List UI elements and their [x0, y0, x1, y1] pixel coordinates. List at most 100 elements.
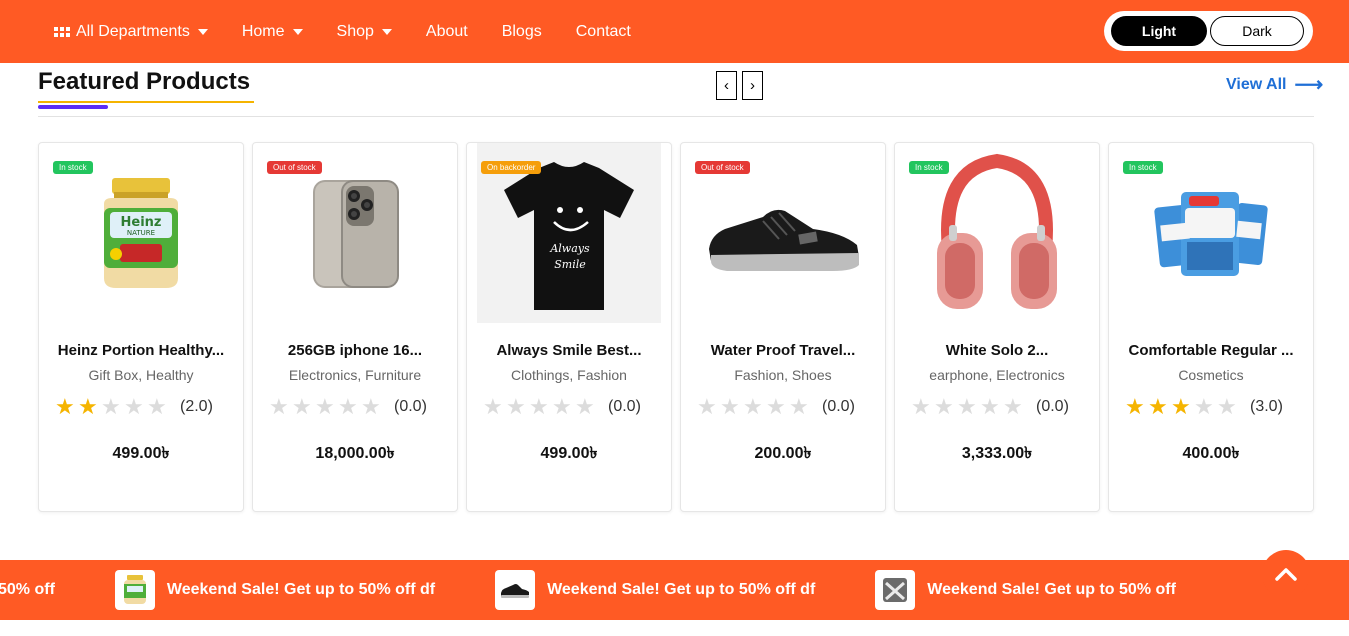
product-name[interactable]: 256GB iphone 16... — [253, 342, 457, 359]
stock-badge: In stock — [909, 161, 949, 174]
ticker-thumbnail[interactable] — [495, 570, 536, 610]
product-card[interactable]: Out of stock 256GB iphone 16... Electron… — [252, 142, 458, 512]
product-name[interactable]: Always Smile Best... — [467, 342, 671, 359]
smartphone-icon — [313, 180, 399, 288]
rating-stars: ★ ★ ★ ★ ★ (0.0) — [911, 394, 1069, 419]
stock-badge: In stock — [53, 161, 93, 174]
stock-badge: In stock — [1123, 161, 1163, 174]
title-underline — [38, 101, 254, 103]
product-category: Gift Box, Healthy — [88, 367, 194, 383]
product-carousel: In stock Heinz NATURE Heinz Portion Heal… — [38, 142, 1314, 512]
section-divider — [38, 116, 1314, 117]
star-icon: ★ — [957, 394, 977, 419]
product-card[interactable]: In stock White Solo 2... earphone, Elect… — [894, 142, 1100, 512]
top-nav-bar: All Departments Home Shop About Blogs Co… — [0, 0, 1349, 63]
product-card[interactable]: In stock Heinz NATURE Heinz Portion Heal… — [38, 142, 244, 512]
product-name[interactable]: Comfortable Regular ... — [1109, 342, 1313, 359]
nav-shop[interactable]: Shop — [337, 23, 392, 41]
carousel-next-button[interactable]: › — [742, 71, 763, 100]
product-price: 499.00৳ — [112, 445, 170, 462]
carousel-prev-button[interactable]: ‹ — [716, 71, 737, 100]
star-icon: ★ — [55, 394, 75, 419]
theme-dark-button[interactable]: Dark — [1210, 16, 1304, 46]
product-price: 400.00৳ — [1182, 445, 1240, 462]
product-card[interactable]: Out of stock Water Proof Travel... Fashi… — [680, 142, 886, 512]
rating-stars: ★ ★ ★ ★ ★ (0.0) — [697, 394, 855, 419]
sneaker-icon — [501, 584, 530, 598]
nav-contact[interactable]: Contact — [576, 23, 631, 41]
ticker-text: Weekend Sale! Get up to 50% off df — [166, 581, 436, 598]
star-icon: ★ — [506, 394, 526, 419]
nav-about[interactable]: About — [426, 23, 468, 41]
nav-blogs[interactable]: Blogs — [502, 23, 542, 41]
product-name[interactable]: White Solo 2... — [895, 342, 1099, 359]
rating-value: (0.0) — [822, 398, 855, 415]
product-name[interactable]: Water Proof Travel... — [681, 342, 885, 359]
star-icon: ★ — [575, 394, 595, 419]
product-price: 499.00৳ — [540, 445, 598, 462]
rating-stars: ★ ★ ★ ★ ★ (2.0) — [55, 394, 213, 419]
main-nav: All Departments Home Shop About Blogs Co… — [54, 0, 665, 63]
star-icon: ★ — [934, 394, 954, 419]
rating-stars: ★ ★ ★ ★ ★ (0.0) — [269, 394, 427, 419]
rating-value: (0.0) — [608, 398, 641, 415]
star-icon: ★ — [789, 394, 809, 419]
chevron-up-icon — [1275, 568, 1297, 581]
ticker-text: Weekend Sale! Get up to 50% off df — [547, 581, 816, 598]
ticker-text: 50% off — [0, 581, 55, 598]
nav-home-label: Home — [241, 22, 285, 40]
product-price: 3,333.00৳ — [961, 445, 1033, 462]
grid-menu-icon — [54, 26, 70, 37]
nav-all-departments[interactable]: All Departments — [54, 23, 208, 41]
product-category: Fashion, Shoes — [734, 367, 832, 383]
headphones-icon — [937, 153, 1057, 309]
star-icon: ★ — [483, 394, 503, 419]
baby-food-jar-icon: Heinz NATURE — [104, 178, 178, 288]
star-icon: ★ — [124, 394, 144, 419]
rating-value: (0.0) — [1036, 398, 1069, 415]
star-icon: ★ — [552, 394, 572, 419]
star-icon: ★ — [766, 394, 786, 419]
svg-text:Heinz: Heinz — [121, 215, 162, 230]
ticker-thumbnail[interactable] — [875, 570, 916, 610]
star-icon: ★ — [269, 394, 289, 419]
star-icon: ★ — [529, 394, 549, 419]
nav-home[interactable]: Home — [242, 23, 303, 41]
rating-value: (2.0) — [180, 398, 213, 415]
view-all-label: View All — [1226, 76, 1287, 93]
star-icon: ★ — [361, 394, 381, 419]
star-icon: ★ — [338, 394, 358, 419]
product-category: earphone, Electronics — [929, 367, 1065, 383]
arrow-right-icon: ⟶ — [1294, 74, 1324, 96]
rating-value: (3.0) — [1250, 398, 1283, 415]
product-category: Cosmetics — [1178, 367, 1244, 383]
view-all-link[interactable]: View All ⟶ — [1226, 74, 1324, 96]
nav-all-departments-label: All Departments — [76, 22, 190, 40]
stock-badge: Out of stock — [267, 161, 322, 174]
star-icon: ★ — [1148, 394, 1168, 419]
star-icon: ★ — [1003, 394, 1023, 419]
sneaker-icon — [709, 209, 859, 271]
star-icon: ★ — [697, 394, 717, 419]
product-card[interactable]: In stock Comfortable Regular ... Cosmeti… — [1108, 142, 1314, 512]
stock-badge: On backorder — [481, 161, 542, 174]
svg-text:NATURE: NATURE — [127, 229, 155, 237]
svg-text:Always: Always — [549, 242, 590, 255]
product-category: Clothings, Fashion — [511, 367, 627, 383]
product-price: 200.00৳ — [754, 445, 812, 462]
svg-text:Smile: Smile — [554, 258, 586, 271]
star-icon: ★ — [1194, 394, 1214, 419]
star-icon: ★ — [147, 394, 167, 419]
star-icon: ★ — [78, 394, 98, 419]
product-card[interactable]: On backorder Always Smile Always Smile B… — [466, 142, 672, 512]
product-thumb-icon — [883, 578, 908, 602]
theme-light-button[interactable]: Light — [1111, 16, 1207, 46]
scroll-to-top-button[interactable] — [1262, 550, 1310, 598]
ticker-thumbnail[interactable] — [114, 570, 155, 610]
star-icon: ★ — [911, 394, 931, 419]
title-accent-bar — [38, 105, 108, 109]
ticker-text: Weekend Sale! Get up to 50% off — [927, 581, 1176, 598]
caret-down-icon — [197, 28, 208, 35]
star-icon: ★ — [720, 394, 740, 419]
product-name[interactable]: Heinz Portion Healthy... — [39, 342, 243, 359]
